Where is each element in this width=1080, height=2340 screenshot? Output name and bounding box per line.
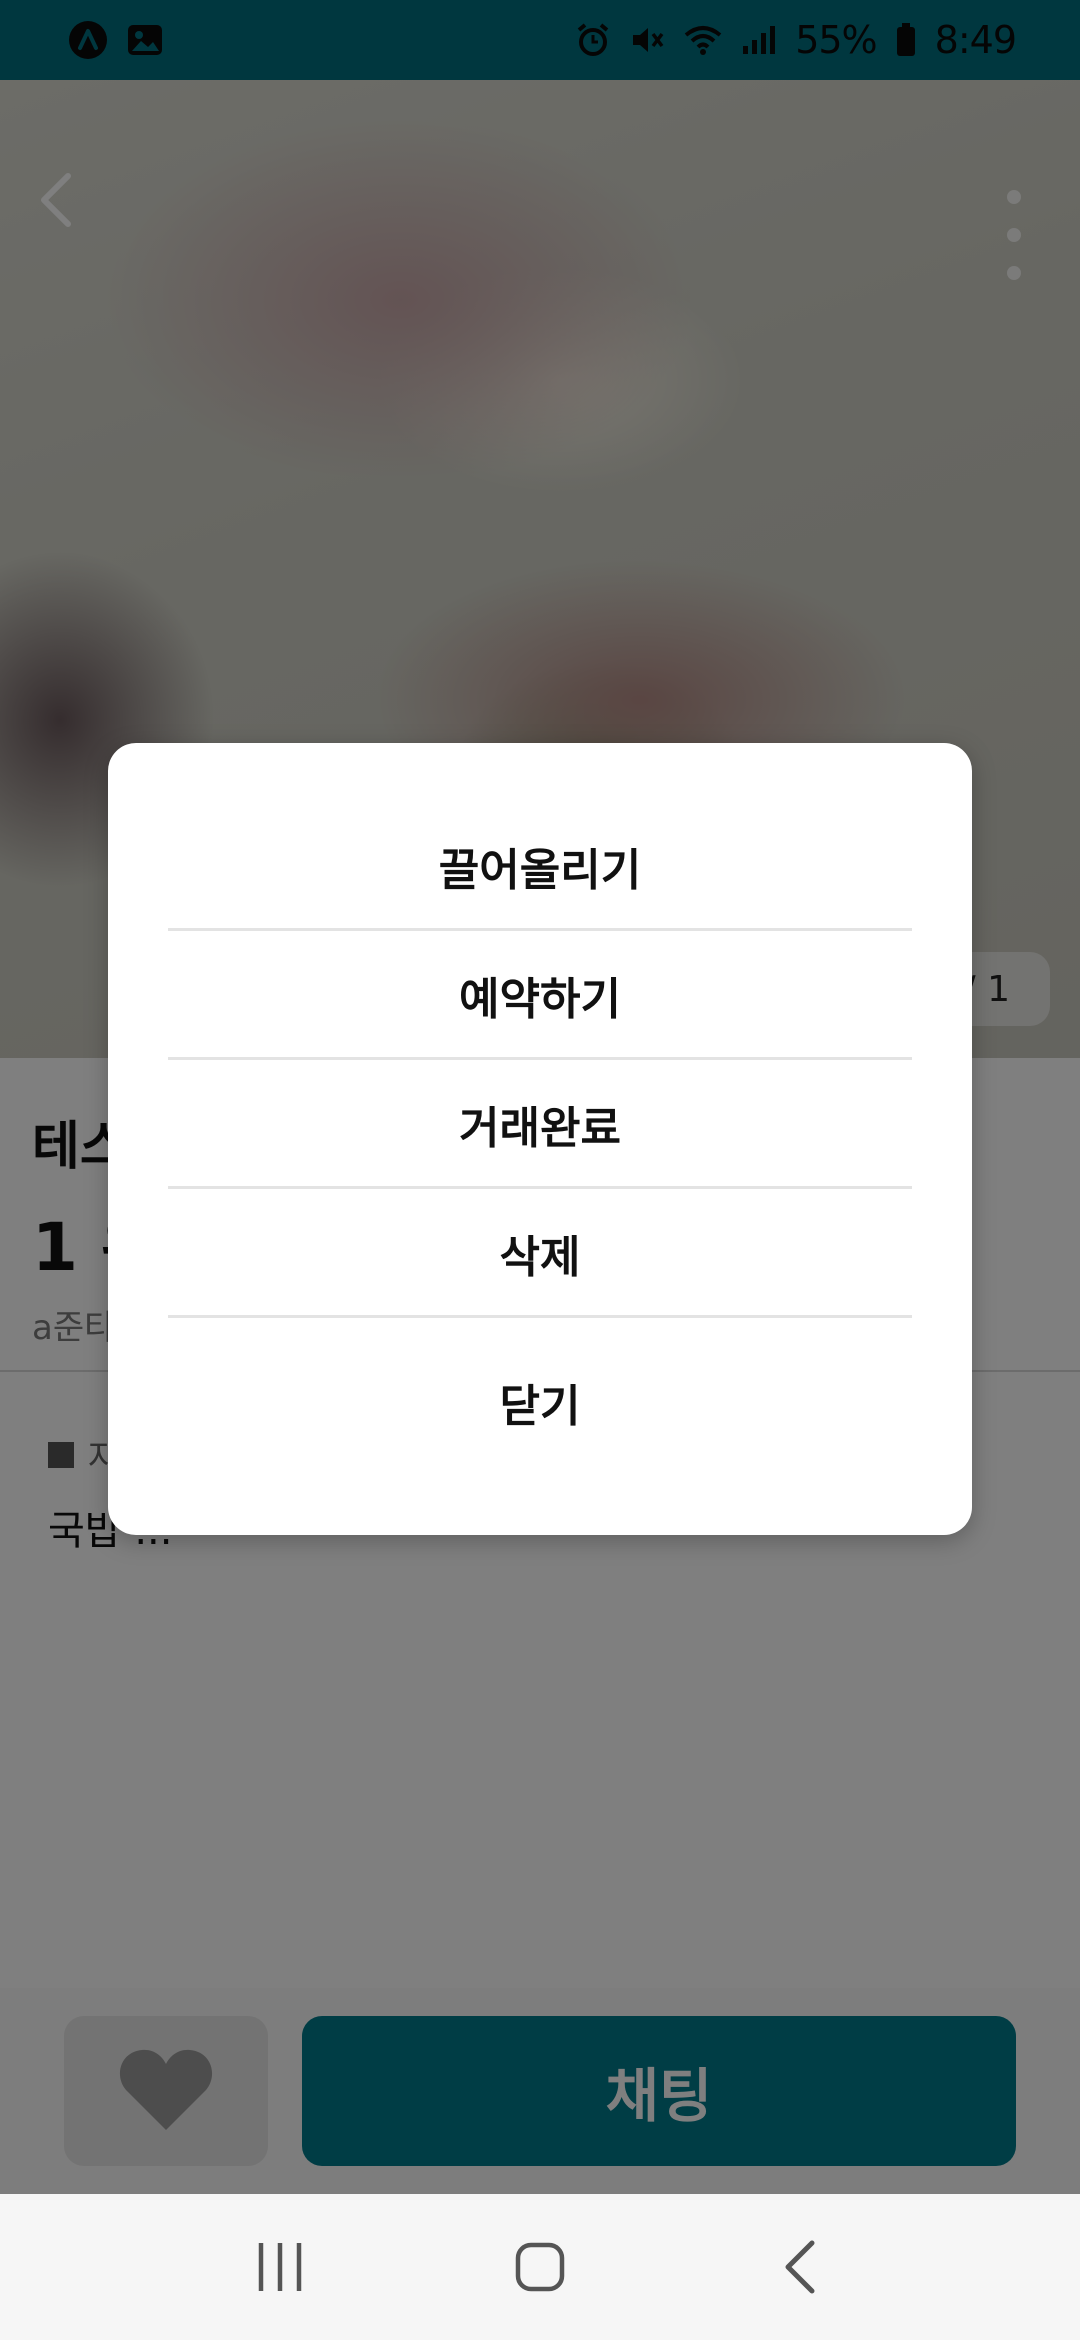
delete-button[interactable]: 삭제 <box>168 1189 912 1317</box>
action-dialog: 끌어올리기 예약하기 거래완료 삭제 닫기 <box>108 743 972 1535</box>
dialog-divider <box>168 1315 912 1318</box>
complete-deal-button[interactable]: 거래완료 <box>168 1060 912 1188</box>
system-nav-bar <box>0 2194 1080 2340</box>
home-icon[interactable] <box>480 2217 600 2317</box>
back-icon[interactable] <box>740 2217 860 2317</box>
recent-apps-icon[interactable] <box>220 2217 340 2317</box>
close-button[interactable]: 닫기 <box>168 1328 912 1476</box>
reserve-button[interactable]: 예약하기 <box>168 931 912 1059</box>
bump-up-button[interactable]: 끌어올리기 <box>168 802 912 930</box>
